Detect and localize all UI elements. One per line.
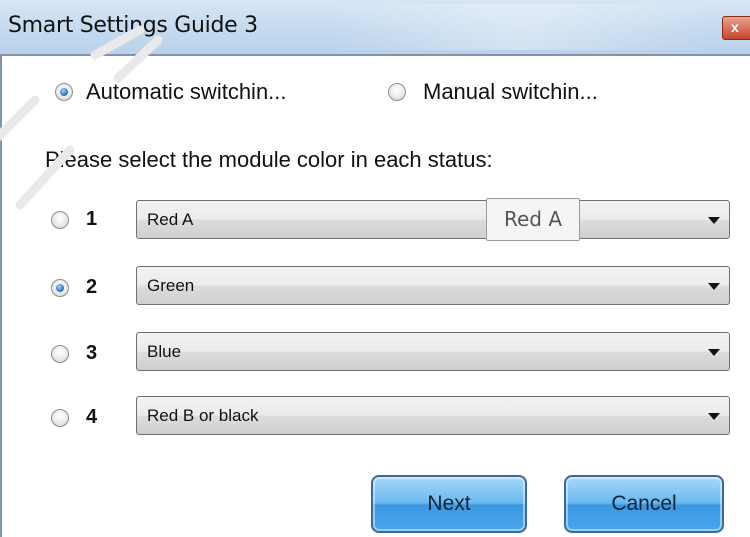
status-1-number: 1	[86, 208, 98, 230]
automatic-switching-label[interactable]: Automatic switchin...	[86, 79, 287, 105]
cancel-button[interactable]: Cancel	[564, 475, 724, 533]
status-4-color-value: Red B or black	[147, 406, 259, 425]
window-title: Smart Settings Guide 3	[8, 13, 258, 38]
manual-switching-label[interactable]: Manual switchin...	[423, 79, 598, 105]
smart-settings-dialog: Smart Settings Guide 3 x Automatic switc…	[0, 0, 750, 537]
status-3-color-value: Blue	[147, 342, 182, 361]
status-3-radio[interactable]	[51, 345, 69, 363]
status-4-color-dropdown[interactable]: Red B or black	[136, 396, 730, 435]
status-2-color-dropdown[interactable]: Green	[136, 266, 730, 305]
status-3-color-dropdown[interactable]: Blue	[136, 332, 730, 371]
chevron-down-icon	[708, 413, 720, 420]
chevron-down-icon	[708, 217, 720, 224]
status-4-number: 4	[86, 406, 98, 428]
chevron-down-icon	[708, 349, 720, 356]
module-color-prompt: Please select the module color in each s…	[45, 147, 493, 172]
status-1-color-value: Red A	[147, 210, 194, 229]
status-1-radio[interactable]	[51, 211, 69, 229]
status-2-radio[interactable]	[51, 279, 69, 297]
color-tooltip: Red A	[486, 198, 580, 241]
status-3-number: 3	[86, 342, 98, 364]
manual-switching-radio[interactable]	[388, 83, 406, 101]
chevron-down-icon	[708, 283, 720, 290]
next-button[interactable]: Next	[371, 475, 527, 533]
close-icon: x	[731, 19, 739, 35]
close-button[interactable]: x	[722, 16, 750, 40]
title-bar: Smart Settings Guide 3 x	[0, 0, 750, 54]
status-1-color-dropdown[interactable]: Red A	[136, 200, 730, 239]
automatic-switching-radio[interactable]	[55, 83, 73, 101]
status-2-number: 2	[86, 276, 98, 298]
status-4-radio[interactable]	[51, 409, 69, 427]
status-2-color-value: Green	[147, 276, 195, 295]
